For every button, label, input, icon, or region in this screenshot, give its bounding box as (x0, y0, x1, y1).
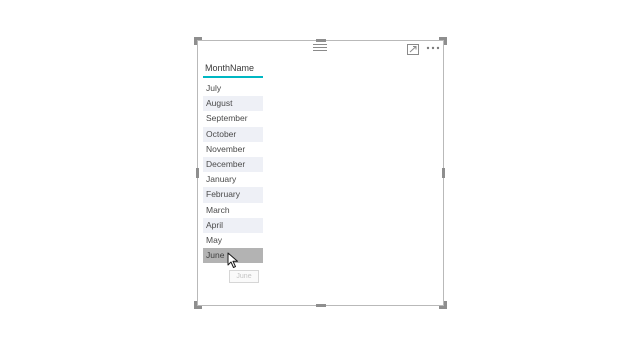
resize-handle-left[interactable] (196, 168, 199, 178)
slicer-item-july[interactable]: July (203, 81, 263, 96)
slicer-visual-container[interactable]: MonthName July August September October … (194, 37, 447, 309)
resize-handle-top[interactable] (316, 39, 326, 42)
slicer-item-march[interactable]: March (203, 203, 263, 218)
slicer-list: July August September October November D… (203, 81, 263, 264)
slicer-item-april[interactable]: April (203, 217, 263, 233)
slicer-item-december[interactable]: December (203, 156, 263, 173)
slicer-header: MonthName (203, 61, 263, 78)
slicer-item-february[interactable]: February (203, 187, 263, 203)
resize-handle-bottom-right[interactable] (439, 301, 447, 309)
drag-grip-icon[interactable] (313, 44, 327, 51)
focus-mode-icon[interactable] (407, 42, 419, 55)
slicer-item-october[interactable]: October (203, 126, 263, 142)
resize-handle-bottom[interactable] (316, 304, 326, 307)
slicer-item-august[interactable]: August (203, 96, 263, 112)
item-tooltip: June (229, 270, 259, 283)
mouse-pointer-icon (227, 252, 239, 269)
slicer-item-may[interactable]: May (203, 233, 263, 248)
slicer-item-november[interactable]: November (203, 142, 263, 157)
slicer-item-september[interactable]: September (203, 111, 263, 126)
resize-handle-bottom-left[interactable] (194, 301, 202, 309)
more-options-icon[interactable] (425, 41, 441, 53)
slicer-item-january[interactable]: January (203, 172, 263, 187)
resize-handle-top-left[interactable] (194, 37, 202, 45)
resize-handle-right[interactable] (442, 168, 445, 178)
report-canvas: MonthName July August September October … (0, 0, 640, 360)
month-slicer: MonthName July August September October … (203, 61, 263, 264)
